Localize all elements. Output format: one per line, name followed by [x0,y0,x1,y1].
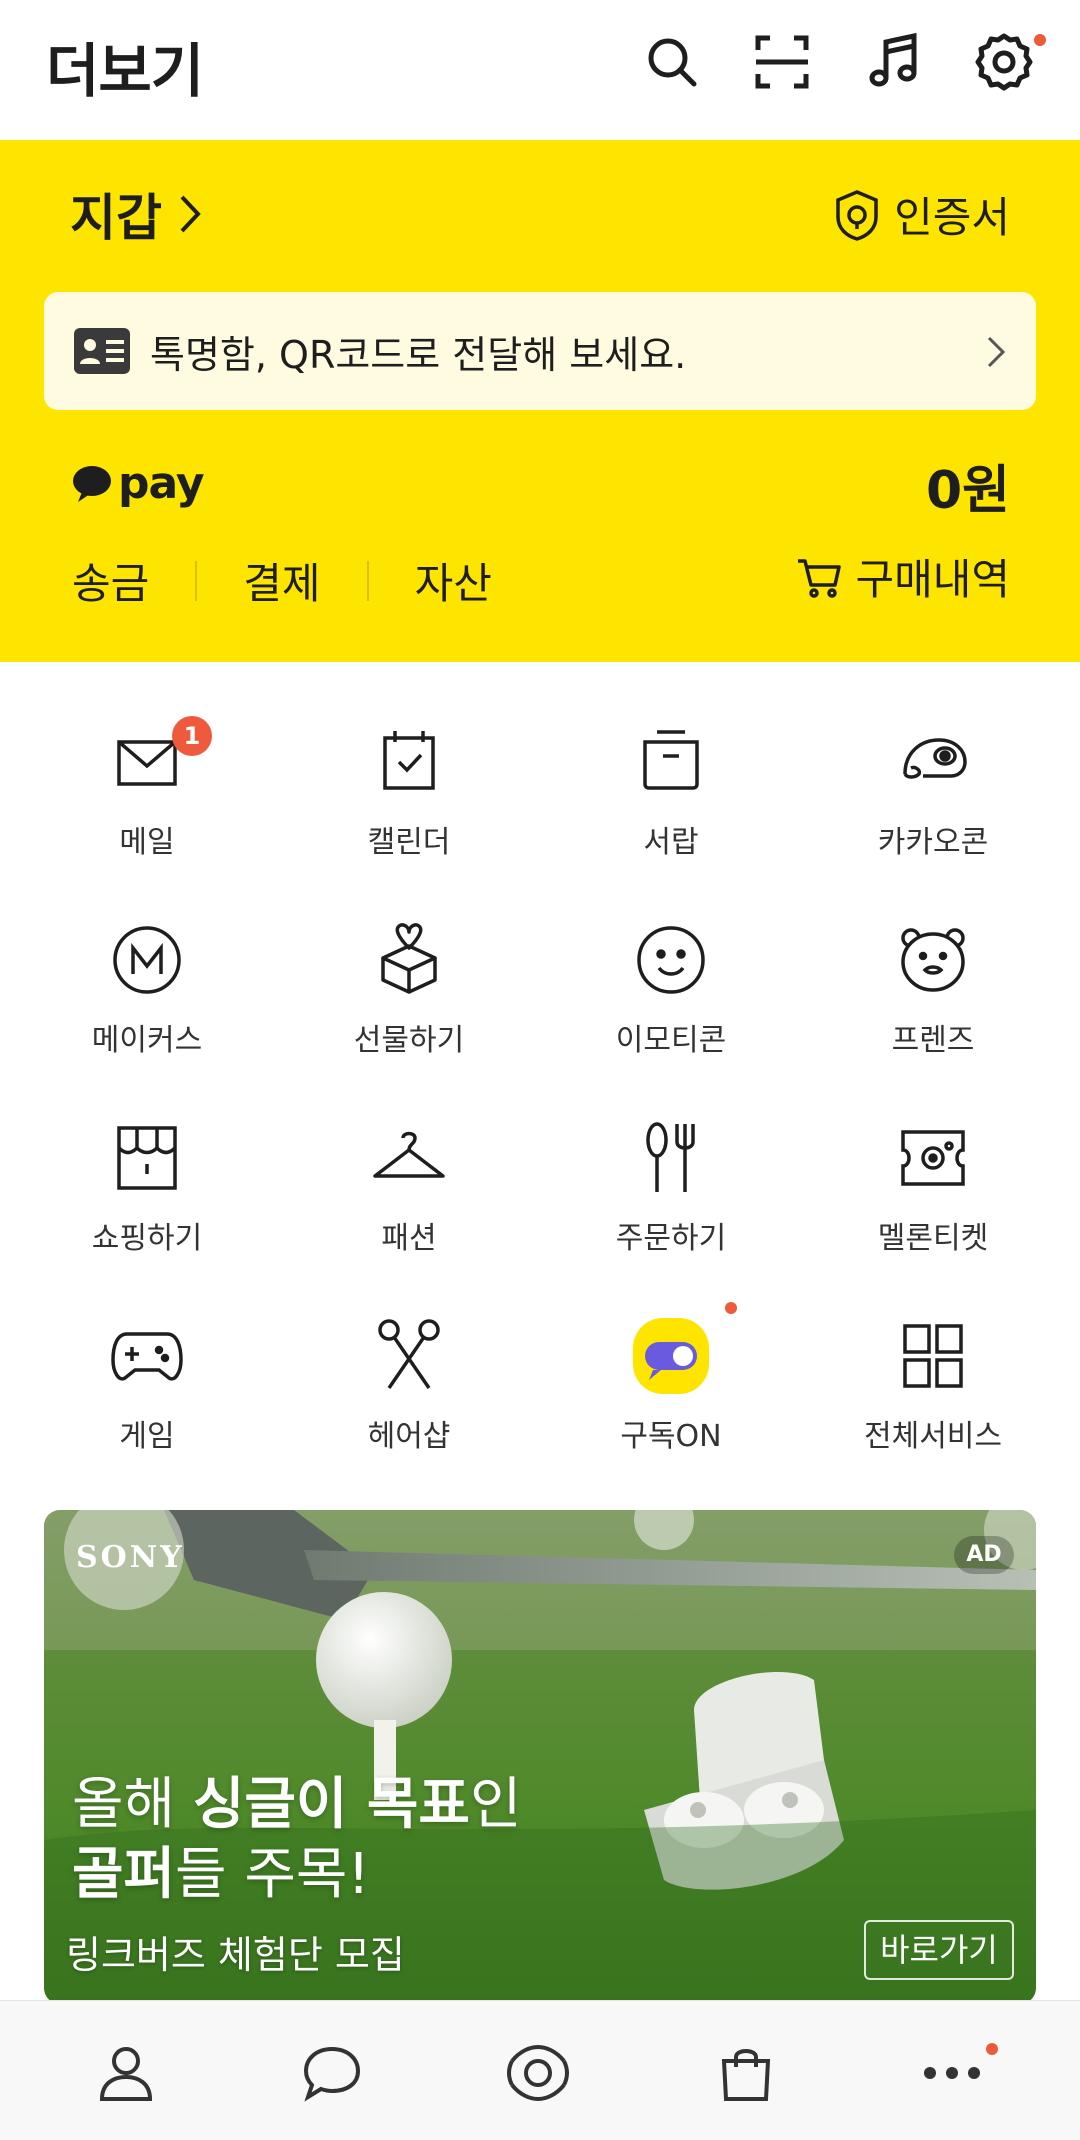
service-label: 전체서비스 [864,1419,1002,1454]
chevron-right-icon [180,195,201,233]
hanger-icon [369,1118,449,1198]
cart-icon [798,558,842,598]
subscription-toggle-icon [631,1316,711,1396]
certificate-label: 인증서 [894,193,1010,242]
chat-tab-icon[interactable] [300,2041,364,2105]
ad-headline-part: 인 [469,1772,522,1837]
pay-balance[interactable]: 0원 [926,448,1010,523]
service-friends[interactable]: 프렌즈 [802,860,1064,1058]
wallet-section: 지갑 인증서 톡명함, QR코드로 전달해 보세요. pay 0원 송금 결제 … [0,140,1080,662]
ad-headline-bold: 골퍼 [72,1842,176,1907]
ad-headline-part: 올해 [72,1772,193,1837]
service-label: 헤어샵 [367,1419,451,1454]
emoticon-icon [631,920,711,1000]
service-label: 캘린더 [367,825,451,860]
makers-icon [107,920,187,1000]
service-game[interactable]: 게임 [16,1256,278,1454]
service-label: 서랍 [643,825,699,860]
ad-label: AD [954,1536,1014,1574]
service-label: 카카오콘 [877,825,989,860]
scissors-icon [369,1316,449,1396]
gear-icon[interactable] [972,30,1036,94]
calendar-icon [369,722,449,802]
fork-spoon-icon [631,1118,711,1198]
gamepad-icon [107,1316,187,1396]
settings-new-dot [1034,34,1046,46]
pay-action-payment[interactable]: 결제 [243,550,320,611]
service-label: 메일 [119,825,175,860]
service-label: 패션 [381,1221,437,1256]
chevron-right-icon [987,336,1006,368]
service-kakaocon[interactable]: 카카오콘 [802,662,1064,860]
wallet-title-link[interactable]: 지갑 [70,178,204,250]
service-all[interactable]: 전체서비스 [802,1256,1064,1454]
divider [366,560,369,601]
pay-action-transfer[interactable]: 송금 [72,550,149,611]
service-hairshop[interactable]: 헤어샵 [278,1256,540,1454]
grid-icon [893,1316,973,1396]
service-label: 선물하기 [353,1023,465,1058]
purchase-history-button[interactable]: 구매내역 [795,546,1010,607]
search-icon[interactable] [640,30,704,94]
new-dot [725,1302,737,1314]
service-label: 구독ON [620,1419,722,1454]
ad-headline-bold: 싱글이 목표 [192,1772,470,1837]
qr-scan-icon[interactable] [750,30,814,94]
service-order[interactable]: 주문하기 [540,1058,802,1256]
service-melon-ticket[interactable]: 멜론티켓 [802,1058,1064,1256]
ad-brand-logo: SONY [76,1540,185,1575]
service-shopping[interactable]: 쇼핑하기 [16,1058,278,1256]
drawer-icon [631,722,711,802]
certificate-button[interactable]: 인증서 [834,184,1010,245]
service-drawer[interactable]: 서랍 [540,662,802,860]
service-label: 주문하기 [615,1221,727,1256]
ad-subtext: 링크버즈 체험단 모집 [66,1933,405,1977]
service-fashion[interactable]: 패션 [278,1058,540,1256]
unread-badge: 1 [172,716,212,756]
service-label: 쇼핑하기 [91,1221,203,1256]
service-mail[interactable]: 1 메일 [16,662,278,860]
ad-cta-button[interactable]: 바로가기 [864,1920,1014,1980]
header: 더보기 [0,0,1080,140]
kakaocon-icon [893,722,973,802]
service-calendar[interactable]: 캘린더 [278,662,540,860]
business-card-notice[interactable]: 톡명함, QR코드로 전달해 보세요. [44,292,1036,410]
ad-banner[interactable]: SONY AD 올해 싱글이 목표인 골퍼들 주목! 링크버즈 체험단 모집 바… [44,1510,1036,2004]
friends-icon [893,920,973,1000]
ad-headline: 올해 싱글이 목표인 골퍼들 주목! [72,1770,521,1910]
ad-headline-part: 들 주목! [175,1842,370,1907]
service-label: 프렌즈 [891,1023,975,1058]
purchase-history-label: 구매내역 [855,555,1010,604]
more-new-dot [986,2043,998,2055]
shield-icon [836,189,878,241]
divider [195,560,198,601]
kakao-pay-logo[interactable]: pay [72,458,205,509]
service-subscription[interactable]: 구독ON [540,1256,802,1454]
shopping-icon [107,1118,187,1198]
view-tab-icon[interactable] [506,2041,570,2105]
service-emoticon[interactable]: 이모티콘 [540,860,802,1058]
service-label: 이모티콘 [615,1023,727,1058]
speech-bubble-icon [73,465,111,502]
notice-text: 톡명함, QR코드로 전달해 보세요. [150,332,687,377]
friends-tab-icon[interactable] [94,2041,158,2105]
pay-logo-text: pay [118,458,205,509]
page-title: 더보기 [46,37,204,105]
pay-actions: 송금 결제 자산 [72,550,492,611]
gift-icon [369,920,449,1000]
service-label: 멜론티켓 [877,1221,989,1256]
wallet-title: 지갑 [70,189,162,247]
id-card-icon [74,328,130,374]
pay-action-assets[interactable]: 자산 [415,550,492,611]
ticket-icon [893,1118,973,1198]
service-gift[interactable]: 선물하기 [278,860,540,1058]
service-makers[interactable]: 메이커스 [16,860,278,1058]
bottom-nav [0,2000,1080,2140]
music-icon[interactable] [862,30,926,94]
service-label: 게임 [119,1419,175,1454]
more-tab-icon[interactable] [920,2041,984,2105]
service-label: 메이커스 [91,1023,203,1058]
shopping-tab-icon[interactable] [714,2041,778,2105]
